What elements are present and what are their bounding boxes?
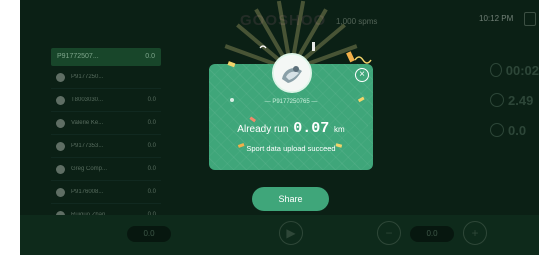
share-button[interactable]: Share: [252, 187, 329, 211]
confetti: [227, 42, 373, 148]
app-screen: GOOSHOO 1,000 spms 10:12 PM P91772507...…: [20, 0, 539, 255]
